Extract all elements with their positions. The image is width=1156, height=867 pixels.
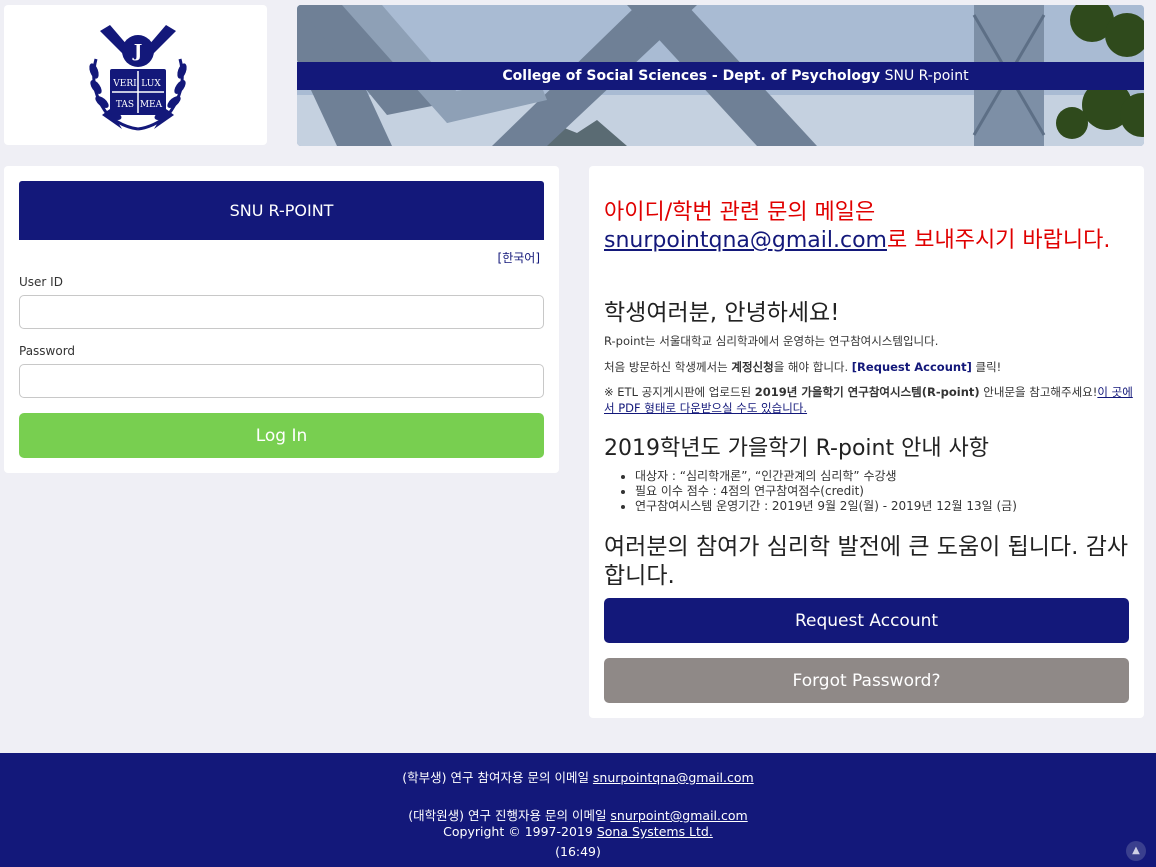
- svg-text:LUX: LUX: [141, 79, 161, 89]
- guide-heading: 2019학년도 가을학기 R-point 안내 사항: [604, 436, 990, 461]
- snu-seal-logo: J VERI LUX TAS MEA: [89, 25, 187, 131]
- etl-bold: 2019년 가을학기 연구참여시스템(R-point): [754, 385, 980, 399]
- grad-email-link[interactable]: snurpoint@gmail.com: [610, 808, 747, 823]
- signup-text: 처음 방문하신 학생께서는: [604, 360, 732, 374]
- signup-text-mid: 을 해야 합니다.: [773, 360, 852, 374]
- login-button[interactable]: Log In: [19, 413, 544, 458]
- user-id-label: User ID: [19, 275, 63, 289]
- footer: (학부생) 연구 참여자용 문의 이메일 snurpointqna@gmail.…: [0, 753, 1156, 867]
- signup-bold: 계정신청: [731, 360, 774, 374]
- contact-notice: 아이디/학번 관련 문의 메일은 snurpointqna@gmail.com로…: [604, 199, 1134, 255]
- footer-grad-text: (대학원생) 연구 진행자용 문의 이메일: [408, 808, 611, 823]
- greeting-heading: 학생여러분, 안녕하세요!: [604, 300, 840, 326]
- svg-text:J: J: [132, 41, 143, 62]
- intro-paragraph: R-point는 서울대학교 심리학과에서 운영하는 연구참여시스템입니다.: [604, 334, 939, 348]
- request-account-button[interactable]: Request Account: [604, 598, 1129, 643]
- signup-text-end: 클릭!: [971, 360, 1002, 374]
- svg-text:VERI: VERI: [112, 79, 137, 89]
- list-item: 필요 이수 점수 : 4점의 연구참여점수(credit): [635, 484, 1017, 499]
- etl-text-mid: 안내문을 참고해주세요!: [979, 385, 1098, 399]
- list-item: 연구참여시스템 운영기간 : 2019년 9월 2일(월) - 2019년 12…: [635, 499, 1017, 514]
- notice-email-link[interactable]: snurpointqna@gmail.com: [604, 228, 887, 253]
- info-panel: 아이디/학번 관련 문의 메일은 snurpointqna@gmail.com로…: [589, 166, 1144, 718]
- header-banner: College of Social Sciences - Dept. of Ps…: [297, 5, 1144, 146]
- password-label: Password: [19, 344, 76, 358]
- notice-text: 아이디/학번 관련 문의 메일은: [604, 200, 876, 225]
- footer-grad-contact: (대학원생) 연구 진행자용 문의 이메일 snurpoint@gmail.co…: [0, 805, 1156, 824]
- login-header: SNU R-POINT: [19, 181, 544, 240]
- undergrad-email-link[interactable]: snurpointqna@gmail.com: [593, 770, 754, 785]
- university-logo-box: J VERI LUX TAS MEA: [4, 5, 267, 145]
- footer-undergrad-contact: (학부생) 연구 참여자용 문의 이메일 snurpointqna@gmail.…: [0, 767, 1156, 786]
- footer-undergrad-text: (학부생) 연구 참여자용 문의 이메일: [402, 770, 593, 785]
- forgot-password-button[interactable]: Forgot Password?: [604, 658, 1129, 703]
- svg-text:MEA: MEA: [140, 100, 163, 110]
- svg-text:TAS: TAS: [116, 100, 134, 110]
- notice-text-end: 로 보내주시기 바랍니다.: [886, 228, 1111, 253]
- etl-notice: ※ ETL 공지게시판에 업로드된 2019년 가을학기 연구참여시스템(R-p…: [604, 384, 1134, 416]
- chevron-up-icon[interactable]: ▲: [1126, 841, 1146, 861]
- user-id-input[interactable]: [19, 295, 544, 329]
- guide-list: 대상자 : “심리학개론”, “인간관계의 심리학” 수강생 필요 이수 점수 …: [635, 469, 1017, 514]
- copyright-text: Copyright © 1997-2019: [443, 824, 597, 839]
- server-time: (16:49): [555, 844, 601, 859]
- banner-title: College of Social Sciences - Dept. of Ps…: [297, 62, 1144, 90]
- password-input[interactable]: [19, 364, 544, 398]
- copyright: Copyright © 1997-2019 Sona Systems Ltd.: [0, 824, 1156, 839]
- signup-instruction: 처음 방문하신 학생께서는 계정신청을 해야 합니다. [Request Acc…: [604, 359, 1001, 375]
- banner-title-dept: College of Social Sciences - Dept. of Ps…: [502, 68, 881, 84]
- etl-text: ※ ETL 공지게시판에 업로드된: [604, 385, 755, 399]
- sona-systems-link[interactable]: Sona Systems Ltd.: [597, 824, 713, 839]
- request-account-inline-link[interactable]: [Request Account]: [852, 360, 972, 374]
- banner-title-system: SNU R-point: [880, 68, 969, 84]
- login-panel: SNU R-POINT [한국어] User ID Password Log I…: [4, 166, 559, 473]
- thanks-heading: 여러분의 참여가 심리학 발전에 큰 도움이 됩니다. 감사합니다.: [604, 534, 1129, 589]
- korean-language-link[interactable]: [한국어]: [498, 249, 540, 266]
- list-item: 대상자 : “심리학개론”, “인간관계의 심리학” 수강생: [635, 469, 1017, 484]
